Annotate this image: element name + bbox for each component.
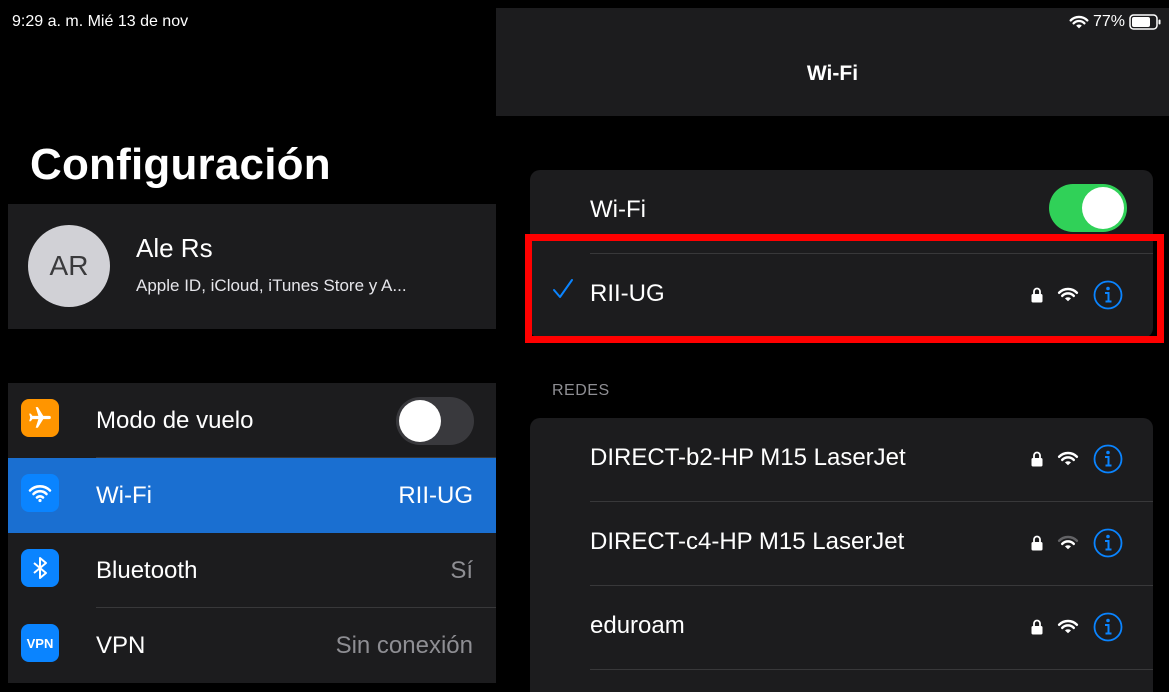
sidebar-item-wifi[interactable]: Wi-Fi RII-UG bbox=[8, 458, 496, 533]
info-icon[interactable] bbox=[1093, 444, 1123, 474]
avatar: AR bbox=[28, 225, 110, 307]
networks-list: DIRECT-b2-HP M15 LaserJet DIRECT-c4-HP M… bbox=[530, 418, 1153, 692]
airplane-icon bbox=[21, 399, 59, 437]
airplane-mode-toggle[interactable] bbox=[396, 397, 474, 445]
network-status-icons bbox=[1031, 612, 1123, 642]
battery-percent: 77% bbox=[1092, 13, 1125, 30]
bluetooth-icon bbox=[21, 549, 59, 587]
profile-row[interactable]: AR Ale Rs Apple ID, iCloud, iTunes Store… bbox=[8, 204, 496, 329]
toggle-knob bbox=[399, 400, 441, 442]
network-name: eduroam bbox=[590, 612, 685, 639]
status-right: 77% bbox=[1069, 13, 1161, 31]
lock-icon bbox=[1031, 619, 1043, 635]
info-icon[interactable] bbox=[1093, 528, 1123, 558]
sidebar-item-value: RII-UG bbox=[398, 482, 473, 509]
network-row[interactable]: DIRECT-b2-HP M15 LaserJet bbox=[530, 418, 1153, 502]
network-row[interactable]: eduroam bbox=[530, 586, 1153, 670]
lock-icon bbox=[1031, 535, 1043, 551]
wifi-icon bbox=[21, 474, 59, 512]
network-status-icons bbox=[1031, 528, 1123, 558]
network-status-icons bbox=[1031, 444, 1123, 474]
vpn-icon: VPN bbox=[21, 624, 59, 662]
networks-section-header: REDES bbox=[552, 382, 610, 399]
wifi-signal-icon bbox=[1057, 451, 1079, 467]
wifi-signal-weak-icon bbox=[1057, 535, 1079, 551]
info-icon[interactable] bbox=[1093, 612, 1123, 642]
highlight-box bbox=[525, 234, 1164, 343]
sidebar-item-label: Modo de vuelo bbox=[96, 407, 254, 434]
battery-icon bbox=[1129, 14, 1161, 30]
sidebar-item-bluetooth[interactable]: Bluetooth Sí bbox=[8, 533, 496, 608]
sidebar-item-value: Sin conexión bbox=[335, 632, 473, 659]
network-name: DIRECT-b2-HP M15 LaserJet bbox=[590, 444, 906, 471]
wifi-toggle[interactable] bbox=[1049, 184, 1127, 232]
profile-subtitle: Apple ID, iCloud, iTunes Store y A... bbox=[136, 276, 407, 295]
status-wifi-icon bbox=[1069, 15, 1089, 30]
network-row[interactable]: DIRECT-c4-HP M15 LaserJet bbox=[530, 502, 1153, 586]
nav-title: Wi-Fi bbox=[806, 62, 859, 85]
wifi-detail-pane: 77% Wi-Fi Wi-Fi RII-UG REDES DIRECT-b2-H… bbox=[496, 8, 1169, 692]
settings-sidebar: 9:29 a. m. Mié 13 de nov Configuración A… bbox=[8, 8, 496, 688]
profile-name: Ale Rs bbox=[136, 233, 213, 263]
row-divider bbox=[590, 669, 1153, 670]
page-title: Configuración bbox=[30, 140, 331, 189]
sidebar-item-label: Bluetooth bbox=[96, 557, 198, 584]
toggle-knob bbox=[1082, 187, 1124, 229]
sidebar-item-airplane-mode[interactable]: Modo de vuelo bbox=[8, 383, 496, 458]
sidebar-item-label: Wi-Fi bbox=[96, 482, 152, 509]
status-time-date: 9:29 a. m. Mié 13 de nov bbox=[12, 13, 189, 30]
lock-icon bbox=[1031, 451, 1043, 467]
sidebar-item-vpn[interactable]: VPN VPN Sin conexión bbox=[8, 608, 496, 683]
sidebar-item-value: Sí bbox=[450, 557, 473, 584]
wifi-toggle-label: Wi-Fi bbox=[590, 196, 646, 223]
network-name: DIRECT-c4-HP M15 LaserJet bbox=[590, 528, 905, 555]
sidebar-item-label: VPN bbox=[96, 632, 146, 659]
nav-bar: 77% Wi-Fi bbox=[496, 8, 1169, 116]
wifi-signal-icon bbox=[1057, 619, 1079, 635]
